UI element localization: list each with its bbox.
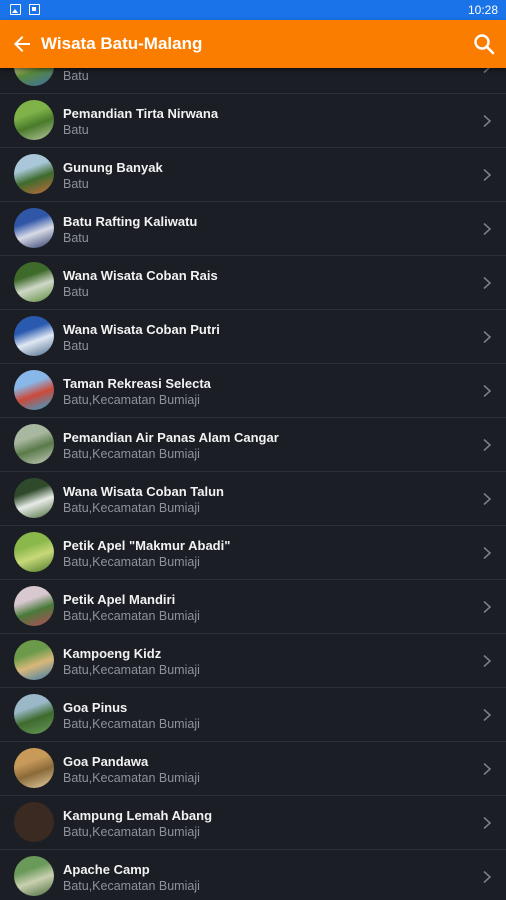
list-item[interactable]: Taman Rekreasi Selecta Batu,Kecamatan Bum… (0, 364, 506, 418)
app-notification-icon (29, 4, 40, 15)
destination-thumbnail (14, 856, 54, 896)
chevron-right-icon (482, 708, 492, 722)
destination-title: Wana Wisata Coban Rais (63, 268, 218, 283)
destination-title: Kampung Lemah Abang (63, 808, 213, 823)
chevron-right-icon (482, 546, 492, 560)
destination-thumbnail (14, 68, 54, 86)
destination-title: Pemandian Air Panas Alam Cangar (63, 430, 279, 445)
destination-location: Batu,Kecamatan Bumiaji (63, 663, 200, 677)
destination-title: Pemandian Tirta Nirwana (63, 106, 219, 121)
destination-location: Batu,Kecamatan Bumiaji (63, 771, 200, 785)
chevron-right-icon (482, 68, 492, 74)
list-item[interactable]: Wana Wisata Coban Rais Batu (0, 256, 506, 310)
chevron-right-icon (482, 276, 492, 290)
destination-thumbnail (14, 802, 54, 842)
list-item[interactable]: Batu Rafting Kaliwatu Batu (0, 202, 506, 256)
list-item[interactable]: Pemandian Air Panas Alam Cangar Batu,Keca… (0, 418, 506, 472)
destination-thumbnail (14, 478, 54, 518)
destination-title: Apache Camp (63, 862, 150, 877)
destination-location: Batu,Kecamatan Bumiaji (63, 501, 200, 515)
destination-title: Petik Apel Mandiri (63, 592, 176, 607)
destination-location: Batu,Kecamatan Bumiaji (63, 717, 200, 731)
image-notification-icon (10, 4, 21, 15)
destination-thumbnail (14, 694, 54, 734)
list-item[interactable]: Wana Wisata Coban Talun Batu,Kecamatan Bu… (0, 472, 506, 526)
destination-thumbnail (14, 532, 54, 572)
chevron-right-icon (482, 384, 492, 398)
destination-thumbnail (14, 262, 54, 302)
app-bar: Wisata Batu-Malang (0, 20, 506, 68)
destination-location: Batu (63, 69, 89, 83)
destination-location: Batu,Kecamatan Bumiaji (63, 825, 200, 839)
list-item[interactable]: Petik Apel Mandiri Batu,Kecamatan Bumiaji (0, 580, 506, 634)
chevron-right-icon (482, 816, 492, 830)
destination-title: Gunung Banyak (63, 160, 163, 175)
chevron-right-icon (482, 114, 492, 128)
list-item[interactable]: Pemandian Tirta Nirwana Batu (0, 94, 506, 148)
destination-title: Kampoeng Kidz (63, 646, 162, 661)
destination-location: Batu (63, 339, 89, 353)
destination-location: Batu (63, 231, 89, 245)
chevron-right-icon (482, 168, 492, 182)
destination-thumbnail (14, 370, 54, 410)
page-title: Wisata Batu-Malang (41, 34, 203, 53)
destination-thumbnail (14, 586, 54, 626)
list-item[interactable]: Kampung Lemah Abang Batu,Kecamatan Bumiaj… (0, 796, 506, 850)
destination-thumbnail (14, 316, 54, 356)
chevron-right-icon (482, 438, 492, 452)
chevron-right-icon (482, 654, 492, 668)
destination-title: Goa Pinus (63, 700, 128, 715)
chevron-right-icon (482, 492, 492, 506)
list-item[interactable]: Apache Camp Batu,Kecamatan Bumiaji (0, 850, 506, 900)
status-bar: 10:28 (0, 0, 506, 20)
arrow-back-icon[interactable] (10, 32, 34, 56)
chevron-right-icon (482, 870, 492, 884)
destination-location: Batu (63, 285, 89, 299)
destination-location: Batu (63, 123, 89, 137)
list-item[interactable]: Gunung Banyak Batu (0, 148, 506, 202)
destination-title: Batu Rafting Kaliwatu (63, 214, 198, 229)
destination-thumbnail (14, 640, 54, 680)
chevron-right-icon (482, 600, 492, 614)
destination-title: Goa Pandawa (63, 754, 149, 769)
destination-location: Batu,Kecamatan Bumiaji (63, 393, 200, 407)
destination-location: Batu,Kecamatan Bumiaji (63, 447, 200, 461)
destination-list[interactable]: Batu Pemandian Tirta Nirwana Batu Gunung Ba… (0, 68, 506, 900)
list-item[interactable]: Goa Pinus Batu,Kecamatan Bumiaji (0, 688, 506, 742)
destination-title: Wana Wisata Coban Talun (63, 484, 224, 499)
list-item[interactable]: Wana Wisata Coban Putri Batu (0, 310, 506, 364)
search-icon[interactable] (472, 32, 496, 56)
list-item[interactable]: Batu (0, 68, 506, 94)
destination-location: Batu,Kecamatan Bumiaji (63, 609, 200, 623)
chevron-right-icon (482, 222, 492, 236)
destination-thumbnail (14, 424, 54, 464)
destination-location: Batu,Kecamatan Bumiaji (63, 879, 200, 893)
destination-location: Batu,Kecamatan Bumiaji (63, 555, 200, 569)
status-time: 10:28 (467, 3, 498, 17)
destination-title: Petik Apel "Makmur Abadi" (63, 538, 231, 553)
chevron-right-icon (482, 330, 492, 344)
destination-location: Batu (63, 177, 89, 191)
chevron-right-icon (482, 762, 492, 776)
destination-thumbnail (14, 748, 54, 788)
list-item[interactable]: Kampoeng Kidz Batu,Kecamatan Bumiaji (0, 634, 506, 688)
destination-thumbnail (14, 208, 54, 248)
destination-thumbnail (14, 154, 54, 194)
destination-title: Wana Wisata Coban Putri (63, 322, 220, 337)
list-item[interactable]: Petik Apel "Makmur Abadi" Batu,Kecamatan … (0, 526, 506, 580)
list-item[interactable]: Goa Pandawa Batu,Kecamatan Bumiaji (0, 742, 506, 796)
destination-thumbnail (14, 100, 54, 140)
destination-title: Taman Rekreasi Selecta (63, 376, 211, 391)
